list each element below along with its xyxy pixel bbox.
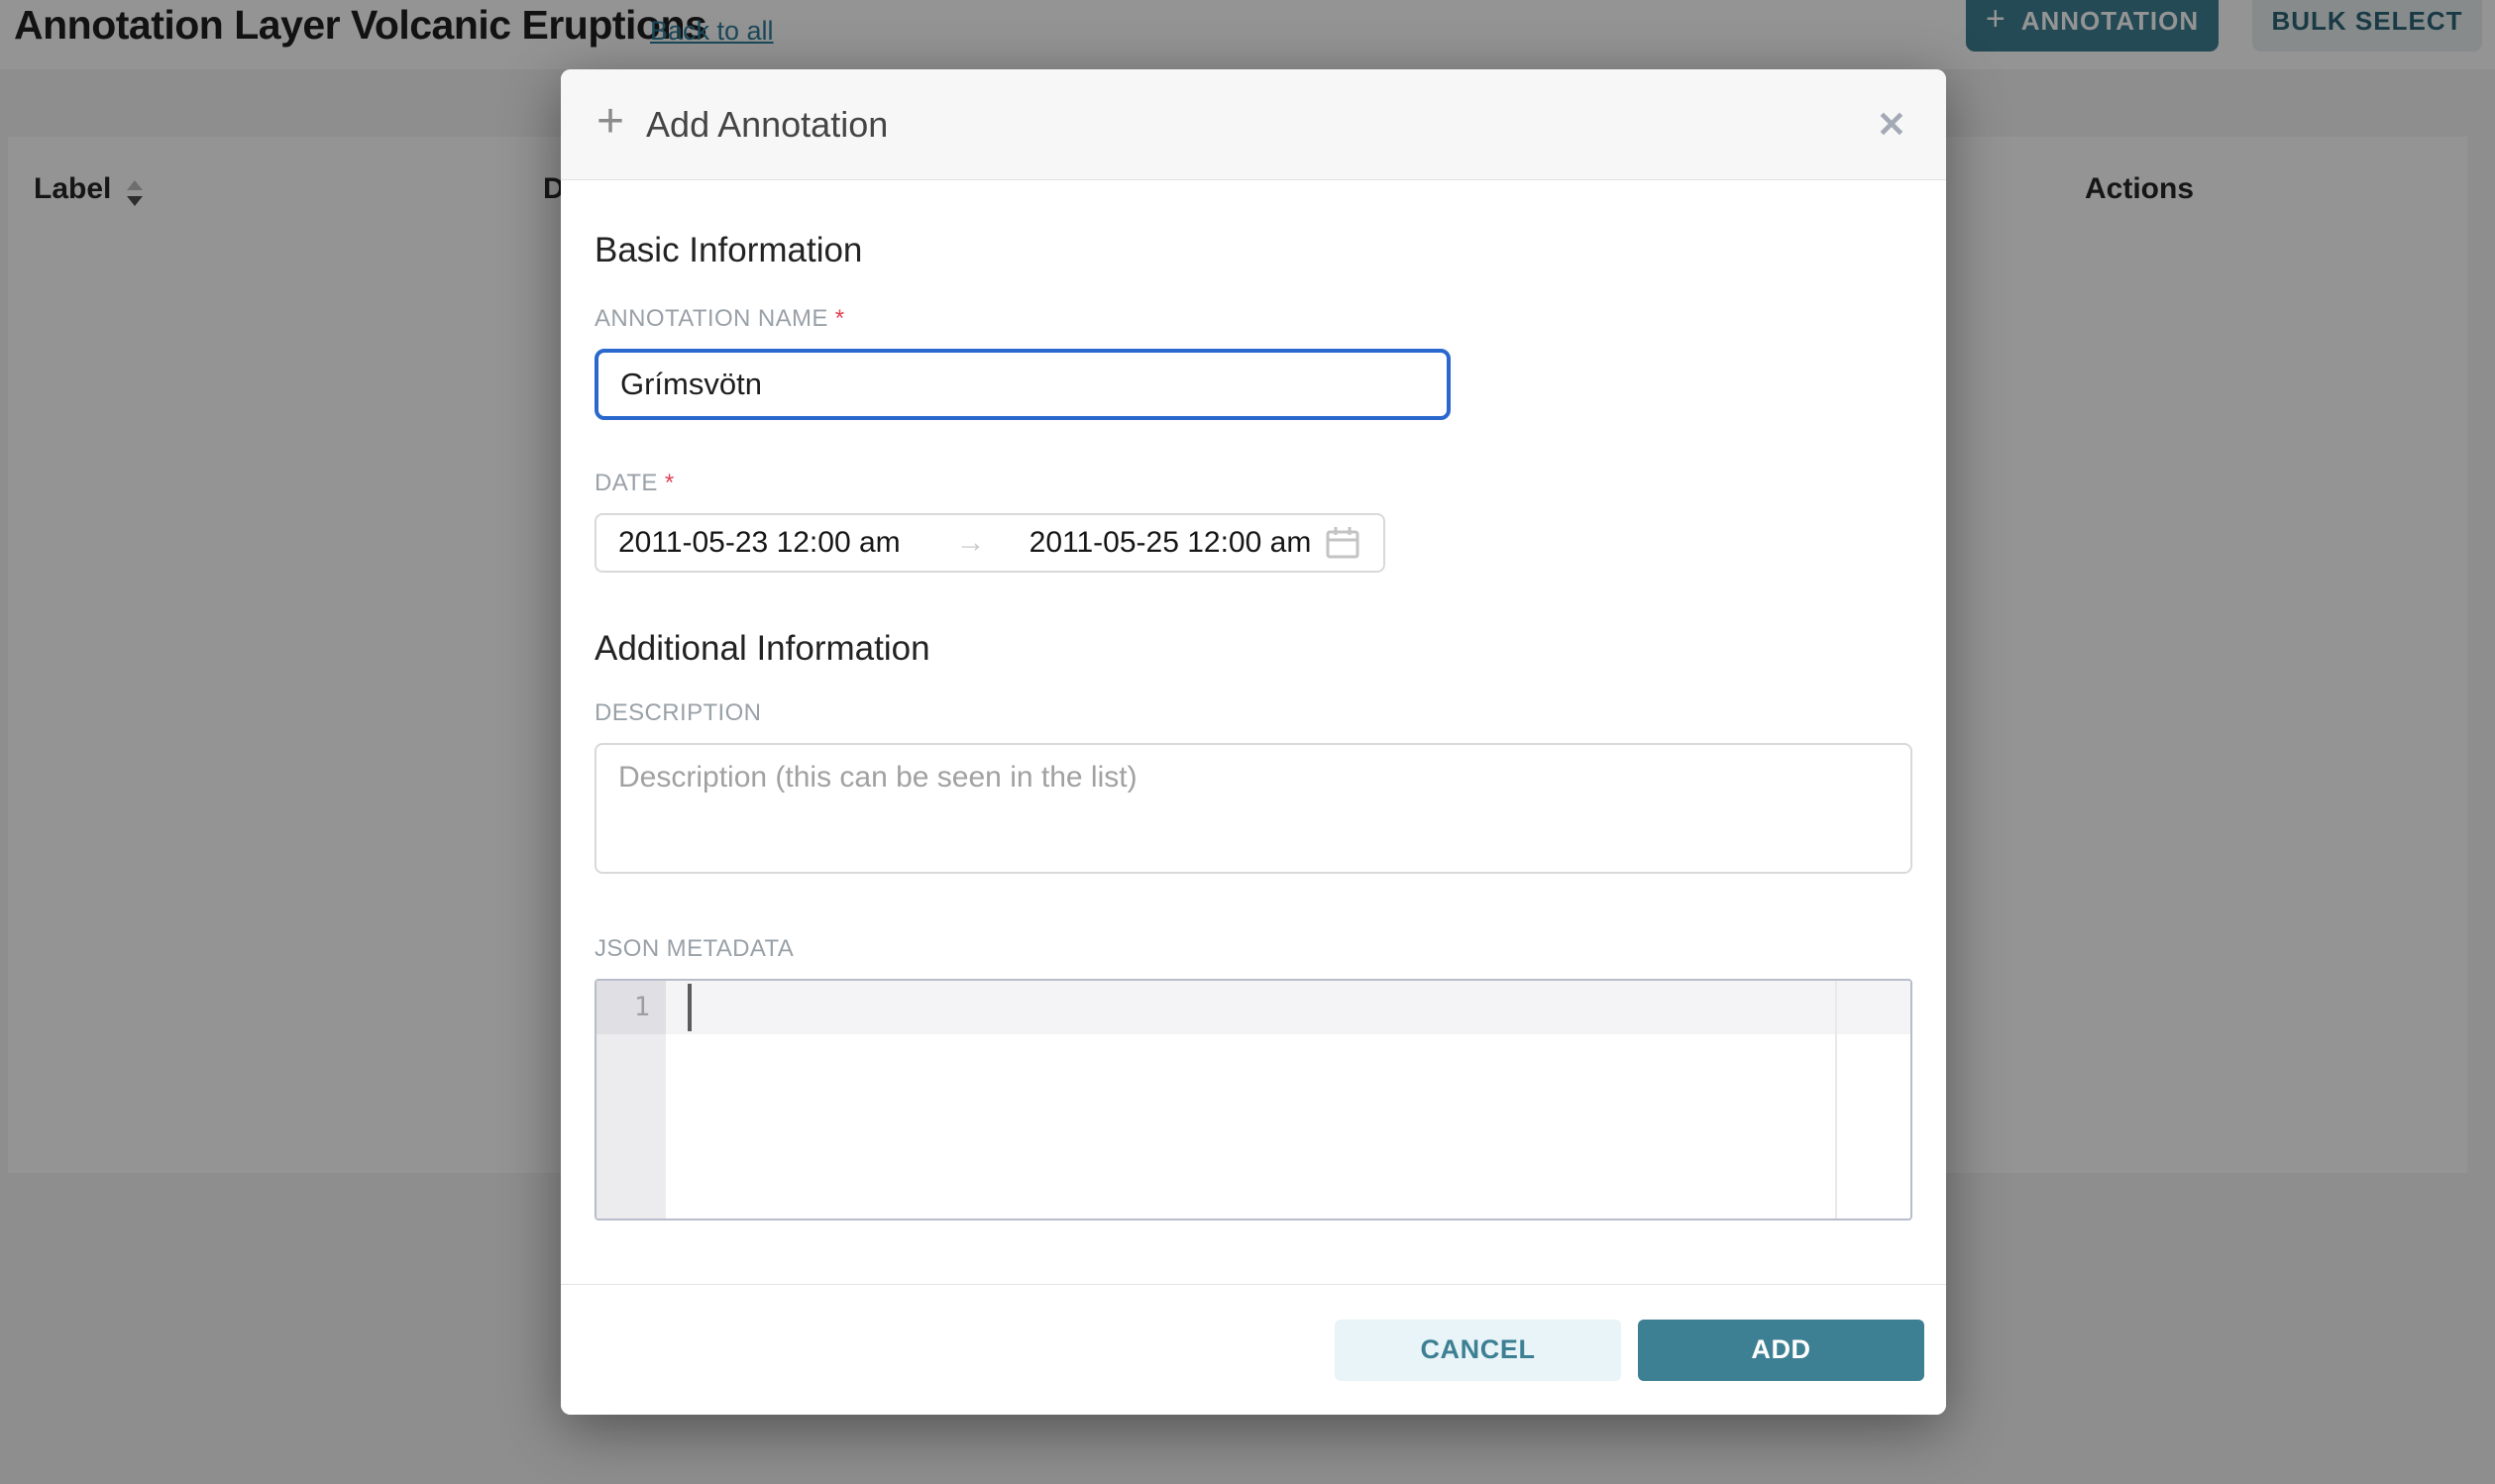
editor-print-margin xyxy=(1835,981,1837,1219)
annotation-layer-page: Annotation Layer Volcanic Eruptions Back… xyxy=(0,0,2495,1484)
add-annotation-modal: + Add Annotation ✕ Basic Information ANN… xyxy=(561,69,1946,1415)
annotation-name-input[interactable] xyxy=(595,349,1451,420)
modal-footer: CANCEL ADD xyxy=(561,1284,1946,1415)
date-label: DATE * xyxy=(595,470,1912,497)
json-metadata-label: JSON METADATA xyxy=(595,935,1912,963)
modal-title: Add Annotation xyxy=(646,104,888,146)
annotation-name-label: ANNOTATION NAME * xyxy=(595,305,1912,333)
close-icon[interactable]: ✕ xyxy=(1873,103,1910,147)
modal-body: Basic Information ANNOTATION NAME * DATE *… xyxy=(561,180,1946,1284)
annotation-name-label-text: ANNOTATION NAME xyxy=(595,305,828,332)
plus-icon: + xyxy=(597,98,624,146)
cancel-button[interactable]: CANCEL xyxy=(1335,1320,1621,1381)
required-asterisk: * xyxy=(835,305,845,332)
add-button[interactable]: ADD xyxy=(1638,1320,1924,1381)
editor-line-number: 1 xyxy=(597,981,666,1034)
arrow-right-icon: → xyxy=(956,526,986,560)
section-additional-information: Additional Information xyxy=(595,628,1912,670)
date-field-block: DATE * 2011-05-23 12:00 am → 2011-05-25 1… xyxy=(595,470,1912,573)
description-label: DESCRIPTION xyxy=(595,699,1912,727)
description-textarea[interactable] xyxy=(595,743,1912,874)
date-end-value[interactable]: 2011-05-25 12:00 am xyxy=(1030,526,1312,560)
calendar-icon[interactable] xyxy=(1324,525,1361,561)
date-range-picker[interactable]: 2011-05-23 12:00 am → 2011-05-25 12:00 a… xyxy=(595,513,1385,573)
editor-cursor xyxy=(688,984,692,1031)
json-metadata-block: JSON METADATA 1 xyxy=(595,935,1912,1220)
section-basic-information: Basic Information xyxy=(595,230,1912,271)
modal-header: + Add Annotation ✕ xyxy=(561,69,1946,180)
date-label-text: DATE xyxy=(595,470,658,496)
required-asterisk: * xyxy=(665,470,675,496)
date-start-value[interactable]: 2011-05-23 12:00 am xyxy=(618,526,901,560)
editor-active-line xyxy=(666,981,1910,1034)
json-metadata-editor[interactable]: 1 xyxy=(595,979,1912,1220)
